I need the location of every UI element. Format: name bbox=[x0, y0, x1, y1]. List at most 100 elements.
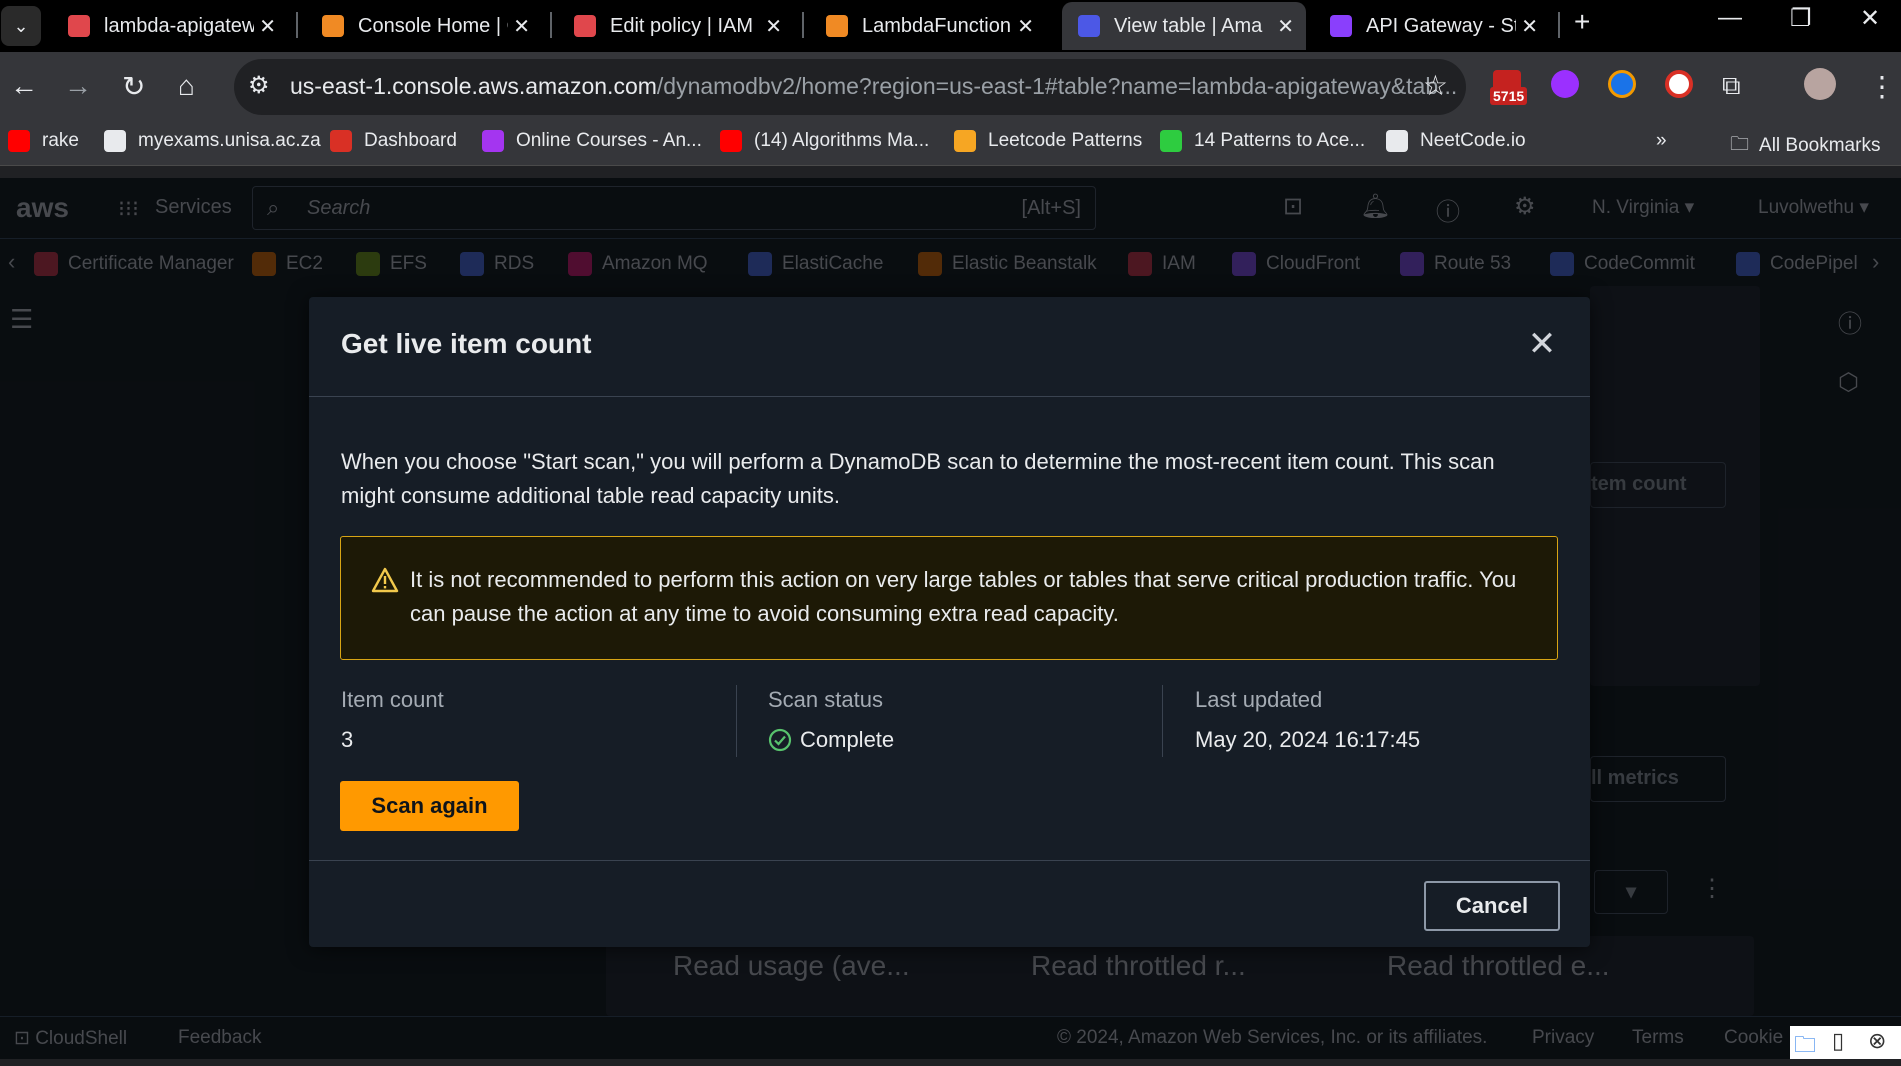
tab-close-icon[interactable]: ✕ bbox=[765, 14, 782, 39]
browser-tab[interactable]: View table | Ama ✕ bbox=[1062, 2, 1306, 50]
scan-status-label: Scan status bbox=[768, 687, 883, 712]
circle-x-icon[interactable]: ⊗ bbox=[1868, 1028, 1886, 1054]
tab-search-chevron-icon[interactable]: ⌄ bbox=[1, 6, 41, 46]
bookmark-item[interactable]: Dashboard bbox=[330, 130, 457, 152]
modal-description: When you choose "Start scan," you will p… bbox=[341, 449, 1495, 508]
extension-blue-icon[interactable] bbox=[1608, 70, 1636, 98]
tab-title: Console Home | C bbox=[358, 14, 508, 37]
last-updated-label: Last updated bbox=[1195, 687, 1323, 712]
new-tab-button[interactable]: + bbox=[1574, 6, 1590, 38]
bookmark-label: Leetcode Patterns bbox=[988, 130, 1143, 151]
tab-favicon-icon bbox=[574, 15, 596, 37]
check-circle-icon bbox=[768, 728, 792, 752]
item-count-value: 3 bbox=[341, 727, 354, 752]
close-icon[interactable]: ✕ bbox=[1524, 327, 1560, 363]
bookmark-label: NeetCode.io bbox=[1420, 130, 1526, 151]
site-info-icon[interactable]: ⚙ bbox=[248, 71, 270, 100]
tab-separator bbox=[802, 12, 804, 38]
scan-status-field: Scan status Complete bbox=[768, 687, 894, 763]
url-text: us-east-1.console.aws.amazon.com/dynamod… bbox=[290, 73, 1458, 99]
browser-tab[interactable]: LambdaFunction ✕ bbox=[810, 2, 1046, 50]
bookmark-item[interactable]: myexams.unisa.ac.za bbox=[104, 130, 321, 152]
tab-title: LambdaFunction bbox=[862, 14, 1011, 37]
bookmark-item[interactable]: NeetCode.io bbox=[1386, 130, 1526, 152]
bookmark-favicon-icon bbox=[1386, 130, 1408, 152]
tab-favicon-icon bbox=[322, 15, 344, 37]
all-bookmarks[interactable]: 🗀 All Bookmarks bbox=[1730, 130, 1880, 162]
bookmarks-overflow-icon[interactable]: » bbox=[1656, 130, 1667, 152]
bookmark-favicon-icon bbox=[720, 130, 742, 152]
warning-icon bbox=[371, 567, 399, 593]
scan-status-value: Complete bbox=[768, 727, 894, 753]
bookmark-label: rake bbox=[42, 130, 79, 151]
bookmark-star-icon[interactable]: ☆ bbox=[1423, 69, 1448, 102]
bookmark-item[interactable]: 14 Patterns to Ace... bbox=[1160, 130, 1365, 152]
bookmark-favicon-icon bbox=[8, 130, 30, 152]
tab-separator bbox=[296, 12, 298, 38]
tab-title: API Gateway - St bbox=[1366, 14, 1516, 37]
browser-tab[interactable]: lambda-apigatew ✕ bbox=[52, 2, 288, 50]
bookmark-favicon-icon bbox=[104, 130, 126, 152]
menu-kebab-icon[interactable]: ⋮ bbox=[1868, 70, 1896, 103]
restore-icon[interactable]: ❐ bbox=[1790, 4, 1812, 33]
bookmark-favicon-icon bbox=[1160, 130, 1182, 152]
bookmark-item[interactable]: Leetcode Patterns bbox=[954, 130, 1142, 152]
address-bar[interactable]: ⚙ us-east-1.console.aws.amazon.com/dynam… bbox=[234, 59, 1466, 115]
scan-status-text: Complete bbox=[800, 727, 895, 752]
reload-icon[interactable]: ↻ bbox=[122, 70, 145, 103]
warning-alert: It is not recommended to perform this ac… bbox=[340, 536, 1558, 660]
last-updated-field: Last updated May 20, 2024 16:17:45 bbox=[1195, 687, 1420, 763]
browser-toolbar: ← → ↻ ⌂ ⚙ us-east-1.console.aws.amazon.c… bbox=[0, 52, 1901, 122]
tab-separator bbox=[1558, 12, 1560, 38]
tab-close-icon[interactable]: ✕ bbox=[1521, 14, 1538, 39]
back-arrow-icon[interactable]: ← bbox=[10, 70, 38, 102]
extension-timer-icon[interactable] bbox=[1665, 70, 1693, 98]
forward-arrow-icon[interactable]: → bbox=[64, 70, 92, 102]
item-count-field: Item count 3 bbox=[341, 687, 444, 763]
bookmark-favicon-icon bbox=[330, 130, 352, 152]
profile-avatar[interactable] bbox=[1804, 68, 1836, 100]
home-icon[interactable]: ⌂ bbox=[178, 70, 195, 102]
tab-title: lambda-apigatew bbox=[104, 14, 254, 37]
tab-close-icon[interactable]: ✕ bbox=[1017, 14, 1034, 39]
tab-close-icon[interactable]: ✕ bbox=[1277, 14, 1294, 39]
extension-purple-icon[interactable] bbox=[1551, 70, 1579, 98]
window-close-icon[interactable]: ✕ bbox=[1860, 4, 1880, 33]
system-tray: 🗀 ▯ ⊗ bbox=[1790, 1026, 1901, 1059]
tab-favicon-icon bbox=[68, 15, 90, 37]
bookmark-item[interactable]: Online Courses - An... bbox=[482, 130, 702, 152]
bookmark-item[interactable]: rake bbox=[8, 130, 79, 152]
tab-close-icon[interactable]: ✕ bbox=[259, 14, 276, 39]
browser-tab[interactable]: Console Home | C ✕ bbox=[306, 2, 542, 50]
tab-separator bbox=[550, 12, 552, 38]
bookmark-favicon-icon bbox=[954, 130, 976, 152]
tab-favicon-icon bbox=[1330, 15, 1352, 37]
bookmark-label: Dashboard bbox=[364, 130, 457, 151]
last-updated-value: May 20, 2024 16:17:45 bbox=[1195, 727, 1421, 752]
bookmark-label: 14 Patterns to Ace... bbox=[1194, 130, 1366, 151]
bookmark-label: Online Courses - An... bbox=[516, 130, 702, 151]
bookmark-item[interactable]: (14) Algorithms Ma... bbox=[720, 130, 929, 152]
minimize-icon[interactable]: — bbox=[1718, 4, 1742, 32]
cancel-button[interactable]: Cancel bbox=[1424, 881, 1560, 931]
tab-title: Edit policy | IAM bbox=[610, 14, 754, 37]
browser-tab[interactable]: Edit policy | IAM ✕ bbox=[558, 2, 794, 50]
tab-close-icon[interactable]: ✕ bbox=[513, 14, 530, 39]
extensions-puzzle-icon[interactable]: ⧉ bbox=[1722, 70, 1741, 102]
tab-favicon-icon bbox=[826, 15, 848, 37]
warning-text: It is not recommended to perform this ac… bbox=[410, 567, 1517, 626]
modal-header: Get live item count ✕ bbox=[309, 297, 1590, 397]
modal-footer-divider bbox=[309, 860, 1590, 861]
get-live-item-count-modal: Get live item count ✕ When you choose "S… bbox=[309, 297, 1590, 947]
clipboard-icon[interactable]: ▯ bbox=[1832, 1028, 1844, 1054]
extension-badge: 5715 bbox=[1490, 87, 1528, 105]
modal-title: Get live item count bbox=[341, 328, 592, 359]
folder-icon: 🗀 bbox=[1730, 134, 1750, 155]
item-count-label: Item count bbox=[341, 687, 444, 712]
bookmark-label: myexams.unisa.ac.za bbox=[138, 130, 321, 151]
browser-tab[interactable]: API Gateway - St ✕ bbox=[1314, 2, 1550, 50]
folder-icon[interactable]: 🗀 bbox=[1794, 1028, 1816, 1066]
scan-again-button[interactable]: Scan again bbox=[340, 781, 519, 831]
tab-title: View table | Ama bbox=[1114, 14, 1263, 37]
tab-favicon-icon bbox=[1078, 15, 1100, 37]
